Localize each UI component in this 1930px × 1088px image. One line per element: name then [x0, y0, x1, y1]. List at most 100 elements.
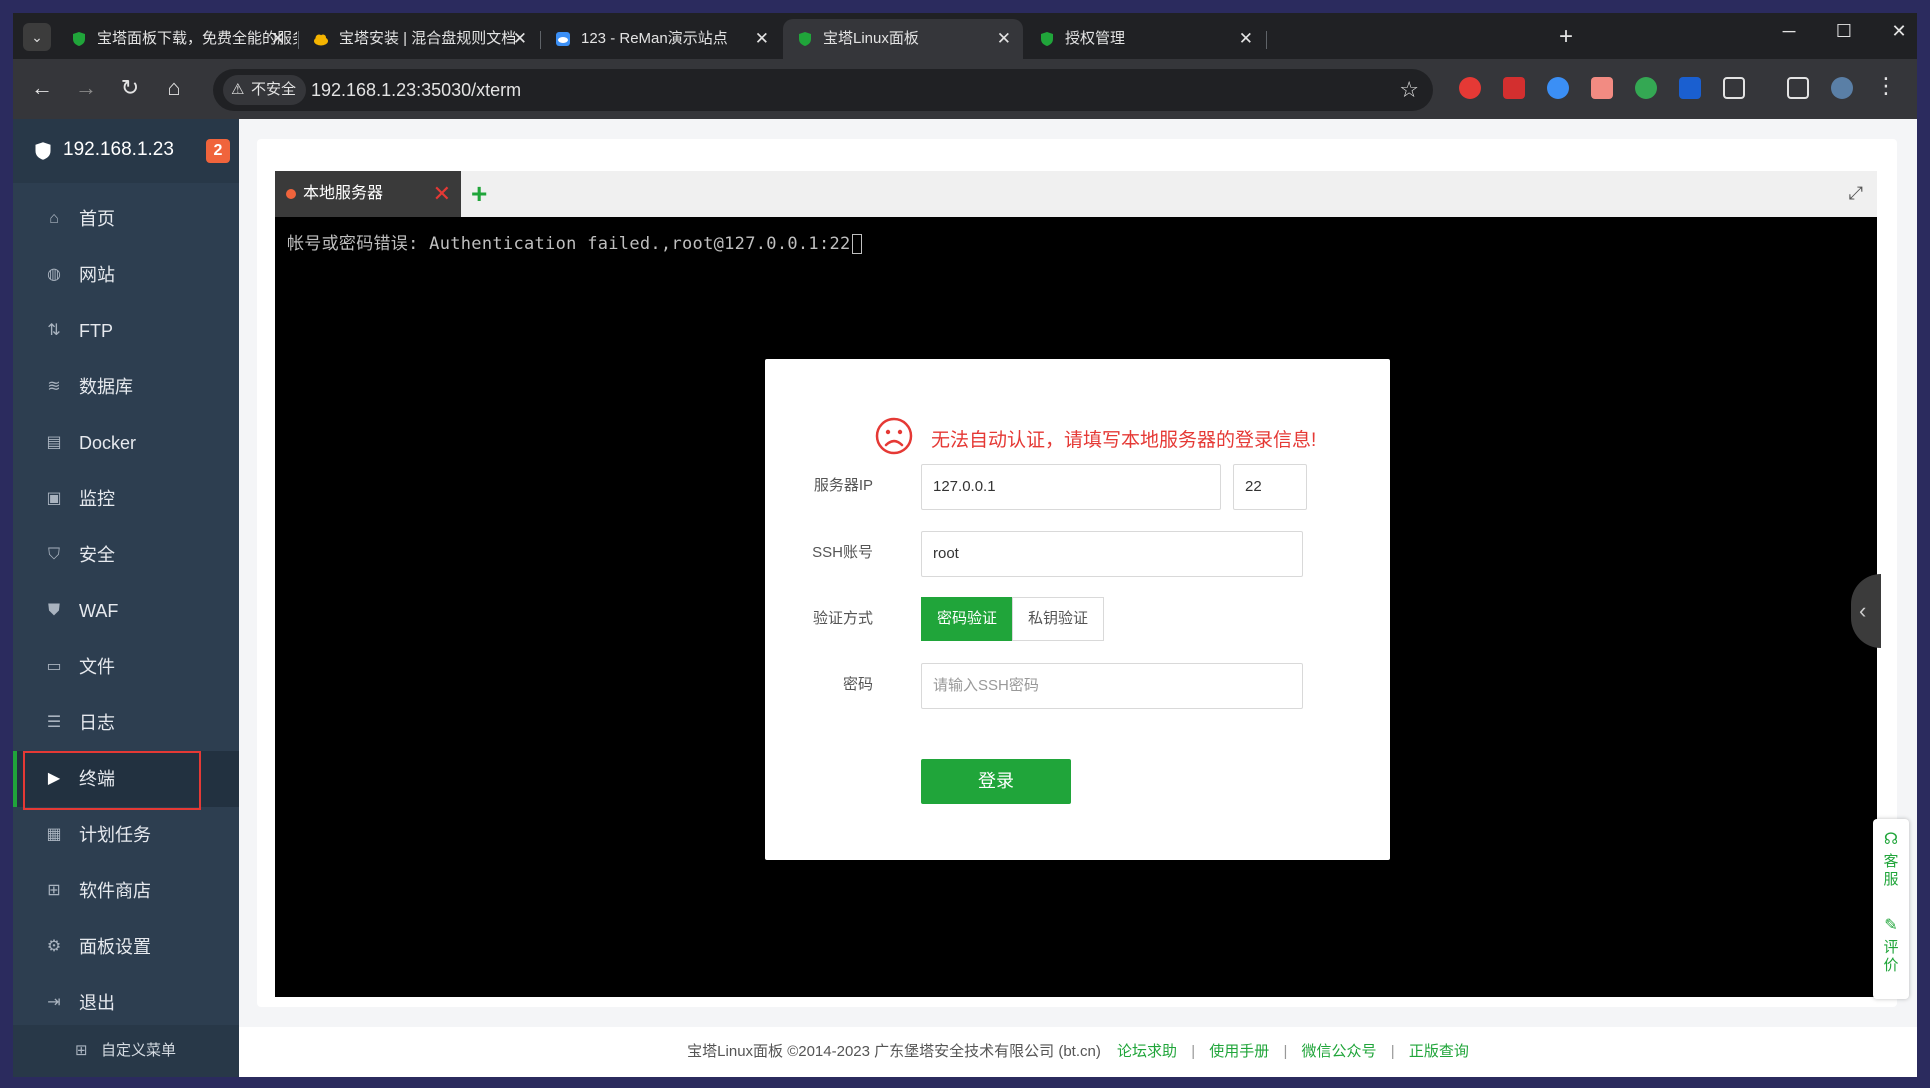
bookmark-star-icon[interactable]: ☆	[1399, 77, 1419, 103]
sidebar-item-security[interactable]: ⛉ 安全	[13, 527, 239, 583]
sidebar-item-label: 计划任务	[79, 825, 151, 845]
page: 192.168.1.23 2 ⌂ 首页 ◍ 网站 ⇅ FTP ≋ 数据库 ▤ Docker…	[13, 119, 1917, 1077]
bt-shield-icon	[73, 32, 85, 46]
sidebar-item-database[interactable]: ≋ 数据库	[13, 359, 239, 415]
sad-face-icon	[875, 417, 913, 455]
new-tab-button[interactable]: +	[1559, 23, 1573, 51]
url-text[interactable]: 192.168.1.23:35030/xterm	[311, 69, 521, 111]
monitor-icon: ▣	[46, 490, 62, 507]
customer-service-button[interactable]: ☊ 客 服	[1873, 831, 1909, 889]
extension-icon[interactable]	[1679, 77, 1701, 99]
gear-icon: ⚙	[46, 938, 62, 955]
back-icon[interactable]: ←	[27, 75, 57, 101]
tab-title: 授权管理	[1065, 30, 1126, 47]
sidebar-item-crontab[interactable]: ▦ 计划任务	[13, 807, 239, 863]
sidebar-item-files[interactable]: ▭ 文件	[13, 639, 239, 695]
add-terminal-icon[interactable]: +	[471, 171, 487, 217]
password-auth-button[interactable]: 密码验证	[921, 597, 1013, 641]
sidebar-item-logs[interactable]: ☰ 日志	[13, 695, 239, 751]
ftp-icon: ⇅	[47, 322, 61, 339]
calendar-icon: ▦	[46, 826, 62, 843]
footer-divider: |	[1283, 1043, 1288, 1060]
minimize-button[interactable]: ─	[1769, 21, 1809, 42]
sidebar-item-website[interactable]: ◍ 网站	[13, 247, 239, 303]
browser-tab-4[interactable]: 宝塔Linux面板 ✕	[783, 19, 1023, 59]
close-tab-icon[interactable]: ✕	[271, 19, 285, 59]
tab-title: 宝塔安装 | 混合盘规则文档	[339, 30, 517, 47]
extension-icon[interactable]	[1591, 77, 1613, 99]
browser-tab-2[interactable]: 宝塔安装 | 混合盘规则文档 ✕	[299, 19, 539, 59]
bt-logo-icon	[35, 142, 51, 160]
server-ip-input[interactable]: 127.0.0.1	[921, 464, 1221, 510]
ssh-account-input[interactable]: root	[921, 531, 1303, 577]
auth-error-text: 无法自动认证，请填写本地服务器的登录信息!	[931, 430, 1317, 451]
sidebar-header: 192.168.1.23 2	[13, 119, 239, 183]
sidebar-item-label: 监控	[79, 489, 115, 509]
tab-search-button[interactable]: ⌄	[23, 23, 51, 51]
footer-divider: |	[1191, 1043, 1196, 1060]
side-panel-icon[interactable]	[1787, 77, 1809, 99]
terminal-tab-label: 本地服务器	[303, 185, 384, 202]
browser-tab-5[interactable]: 授权管理 ✕	[1025, 19, 1265, 59]
close-tab-icon[interactable]: ✕	[1239, 19, 1253, 59]
footer-link-wechat[interactable]: 微信公众号	[1302, 1043, 1377, 1060]
login-button[interactable]: 登录	[921, 759, 1071, 804]
forward-icon[interactable]: →	[71, 75, 101, 101]
close-tab-icon[interactable]: ✕	[513, 19, 527, 59]
browser-tab-3[interactable]: 123 - ReMan演示站点 ✕	[541, 19, 781, 59]
terminal-tab[interactable]: 本地服务器 ✕	[275, 171, 461, 217]
browser-tab-1[interactable]: 宝塔面板下载，免费全能的服务 ✕	[57, 19, 297, 59]
custom-menu-button[interactable]: ⊞ 自定义菜单	[13, 1025, 239, 1077]
security-chip[interactable]: ⚠ 不安全	[223, 75, 307, 105]
password-input[interactable]: 请输入SSH密码	[921, 663, 1303, 709]
apps-grid-icon: ⊞	[47, 882, 61, 899]
review-button[interactable]: ✎ 评 价	[1873, 917, 1909, 975]
profile-avatar[interactable]	[1831, 77, 1853, 99]
sidebar: 192.168.1.23 2 ⌂ 首页 ◍ 网站 ⇅ FTP ≋ 数据库 ▤ Docker…	[13, 119, 239, 1077]
footer-link-license[interactable]: 正版查询	[1409, 1043, 1469, 1060]
annotation-highlight-box	[23, 751, 201, 810]
footer-link-manual[interactable]: 使用手册	[1209, 1043, 1269, 1060]
shield-icon: ⛉	[47, 546, 60, 563]
address-bar[interactable]: ⚠ 不安全 192.168.1.23:35030/xterm ☆	[213, 69, 1433, 111]
extension-icon[interactable]	[1635, 77, 1657, 99]
puzzle-extensions-icon[interactable]	[1723, 77, 1745, 99]
sidebar-item-monitor[interactable]: ▣ 监控	[13, 471, 239, 527]
tab-title: 宝塔Linux面板	[823, 30, 919, 47]
reload-icon[interactable]: ↻	[115, 75, 145, 101]
sidebar-item-store[interactable]: ⊞ 软件商店	[13, 863, 239, 919]
notification-badge[interactable]: 2	[206, 139, 230, 163]
more-menu-icon[interactable]: ⋮	[1871, 73, 1901, 99]
sidebar-item-settings[interactable]: ⚙ 面板设置	[13, 919, 239, 975]
sidebar-item-logout[interactable]: ⇥ 退出	[13, 975, 239, 1031]
fullscreen-icon[interactable]: ⤢	[1849, 183, 1863, 204]
sidebar-item-label: 文件	[79, 657, 115, 677]
sidebar-item-label: 退出	[79, 993, 115, 1013]
terminal-tab-bar: 本地服务器 ✕ + ⤢	[275, 171, 1877, 217]
folder-icon: ▭	[46, 658, 62, 675]
sidebar-item-ftp[interactable]: ⇅ FTP	[13, 303, 239, 359]
extension-icon[interactable]	[1547, 77, 1569, 99]
port-input[interactable]: 22	[1233, 464, 1307, 510]
home-icon[interactable]: ⌂	[159, 75, 189, 101]
close-tab-icon[interactable]: ✕	[755, 19, 769, 59]
maximize-button[interactable]: ☐	[1824, 21, 1864, 42]
sidebar-item-docker[interactable]: ▤ Docker	[13, 415, 239, 471]
extension-icon[interactable]	[1503, 77, 1525, 99]
customer-service-label: 客 服	[1883, 853, 1899, 888]
sidebar-item-home[interactable]: ⌂ 首页	[13, 191, 239, 247]
close-window-button[interactable]: ✕	[1879, 21, 1917, 42]
auth-method-label: 验证方式	[812, 610, 873, 627]
waf-shield-icon: ⛊	[47, 602, 60, 619]
extension-icon[interactable]	[1459, 77, 1481, 99]
page-footer: 宝塔Linux面板 ©2014-2023 广东堡塔安全技术有限公司 (bt.cn…	[239, 1027, 1917, 1077]
footer-link-forum[interactable]: 论坛求助	[1117, 1043, 1177, 1060]
sidebar-item-waf[interactable]: ⛊ WAF	[13, 583, 239, 639]
sidebar-item-label: 面板设置	[79, 937, 151, 957]
server-ip-label: 服务器IP	[813, 477, 873, 494]
close-terminal-icon[interactable]: ✕	[433, 171, 451, 217]
close-tab-icon[interactable]: ✕	[997, 19, 1011, 59]
server-host: 192.168.1.23	[63, 139, 174, 160]
key-auth-button[interactable]: 私钥验证	[1012, 597, 1104, 641]
log-icon: ☰	[46, 714, 62, 731]
